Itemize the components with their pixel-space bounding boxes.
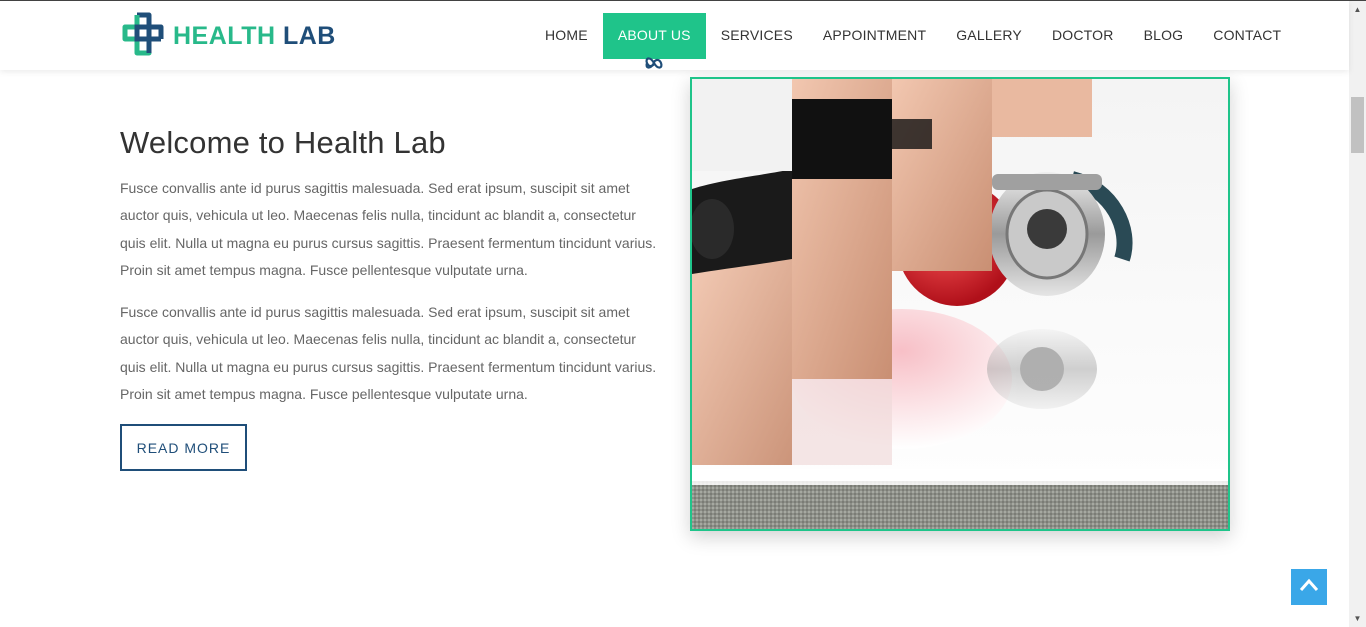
nav-item-about-us[interactable]: ABOUT US — [602, 13, 706, 69]
stethoscope-photo — [692, 79, 1228, 529]
infinity-icon — [644, 45, 664, 89]
logo[interactable]: HEALTH LAB — [119, 11, 336, 61]
nav-label: HOME — [545, 27, 588, 43]
about-paragraph-1: Fusce convallis ante id purus sagittis m… — [120, 180, 657, 278]
nav-label: BLOG — [1143, 27, 1184, 43]
about-paragraph-2: Fusce convallis ante id purus sagittis m… — [120, 304, 657, 402]
chevron-up-icon — [1299, 578, 1319, 597]
back-to-top-button[interactable] — [1291, 569, 1327, 605]
page-scrollbar[interactable]: ▲ ▼ — [1349, 1, 1366, 627]
nav-item-home[interactable]: HOME — [530, 13, 603, 59]
nav-item-contact[interactable]: CONTACT — [1198, 13, 1296, 59]
nav-item-services[interactable]: SERVICES — [706, 13, 808, 59]
section-title: Welcome to Health Lab — [120, 125, 446, 160]
main-navigation: HOME ABOUT US SERVICES APPOINTMENT GALLE… — [530, 13, 1296, 69]
site-header: HEALTH LAB HOME ABOUT US SERVICES APPOIN… — [0, 1, 1349, 70]
scroll-down-arrow-icon[interactable]: ▼ — [1349, 610, 1366, 627]
nav-label: SERVICES — [720, 27, 793, 43]
nav-item-blog[interactable]: BLOG — [1129, 13, 1199, 59]
nav-item-gallery[interactable]: GALLERY — [941, 13, 1037, 59]
nav-item-appointment[interactable]: APPOINTMENT — [808, 13, 941, 59]
nav-label: ABOUT US — [617, 27, 691, 43]
nav-label: DOCTOR — [1051, 27, 1114, 43]
nav-label: GALLERY — [956, 27, 1022, 43]
scrollbar-thumb[interactable] — [1351, 97, 1364, 153]
nav-item-doctor[interactable]: DOCTOR — [1037, 13, 1129, 59]
scroll-up-arrow-icon[interactable]: ▲ — [1349, 1, 1366, 18]
logo-text: HEALTH LAB — [173, 22, 336, 51]
read-more-button[interactable]: READ MORE — [120, 424, 247, 471]
nav-label: CONTACT — [1213, 27, 1282, 43]
logo-text-health: HEALTH — [173, 21, 276, 50]
logo-text-lab: LAB — [282, 21, 336, 50]
medical-cross-logo-icon — [119, 11, 169, 61]
about-image — [690, 77, 1230, 531]
nav-label: APPOINTMENT — [822, 27, 927, 43]
